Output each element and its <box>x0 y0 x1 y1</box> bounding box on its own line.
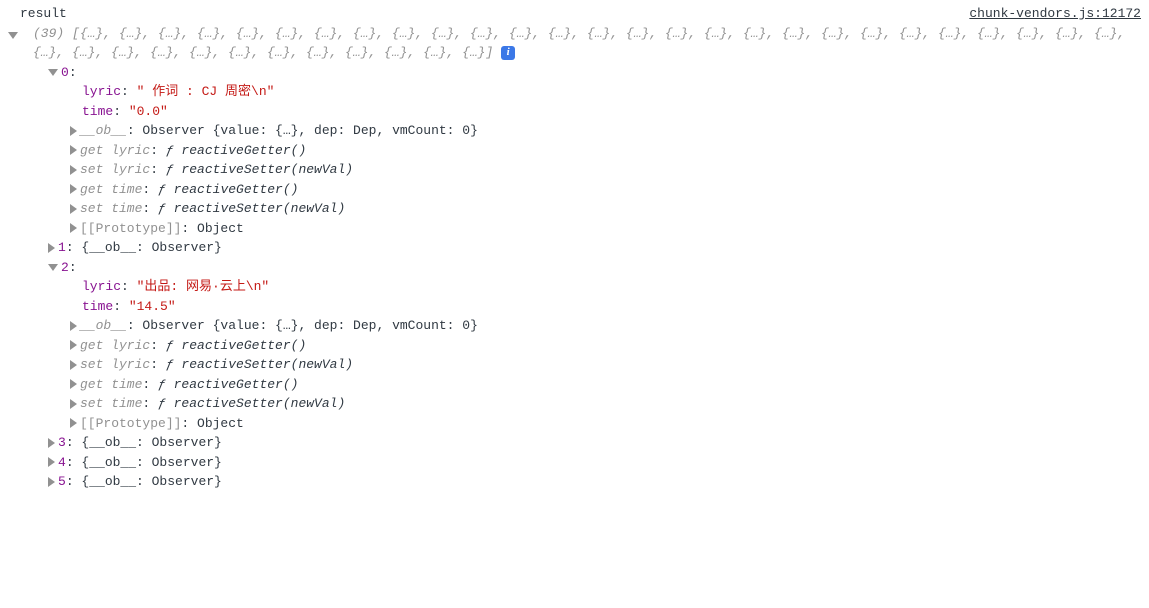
expand-toggle-settime-0[interactable] <box>70 204 77 214</box>
source-link[interactable]: chunk-vendors.js:12172 <box>969 4 1141 24</box>
expand-toggle-getlyric-2[interactable] <box>70 340 77 350</box>
array-index-1[interactable]: 1: {__ob__: Observer} <box>8 238 1141 258</box>
expand-toggle-5[interactable] <box>48 477 55 487</box>
prop-set-time-2[interactable]: set time: ƒ reactiveSetter(newVal) <box>8 394 1141 414</box>
prop-get-time-0[interactable]: get time: ƒ reactiveGetter() <box>8 180 1141 200</box>
expand-toggle-1[interactable] <box>48 243 55 253</box>
expand-toggle-4[interactable] <box>48 457 55 467</box>
prop-set-time-0[interactable]: set time: ƒ reactiveSetter(newVal) <box>8 199 1141 219</box>
prop-get-time-2[interactable]: get time: ƒ reactiveGetter() <box>8 375 1141 395</box>
expand-toggle-root[interactable] <box>8 32 18 39</box>
expand-toggle-3[interactable] <box>48 438 55 448</box>
prop-set-lyric-0[interactable]: set lyric: ƒ reactiveSetter(newVal) <box>8 160 1141 180</box>
prop-get-lyric-0[interactable]: get lyric: ƒ reactiveGetter() <box>8 141 1141 161</box>
expand-toggle-gettime-0[interactable] <box>70 184 77 194</box>
array-index-4[interactable]: 4: {__ob__: Observer} <box>8 453 1141 473</box>
prop-get-lyric-2[interactable]: get lyric: ƒ reactiveGetter() <box>8 336 1141 356</box>
expand-toggle-ob-0[interactable] <box>70 126 77 136</box>
array-index-2[interactable]: 2: <box>8 258 1141 278</box>
expand-toggle-gettime-2[interactable] <box>70 379 77 389</box>
expand-toggle-2[interactable] <box>48 264 58 271</box>
info-icon[interactable]: i <box>501 46 515 60</box>
prop-set-lyric-2[interactable]: set lyric: ƒ reactiveSetter(newVal) <box>8 355 1141 375</box>
prop-time-0: time: "0.0" <box>8 102 1141 122</box>
prop-proto-2[interactable]: [[Prototype]]: Object <box>8 414 1141 434</box>
prop-proto-0[interactable]: [[Prototype]]: Object <box>8 219 1141 239</box>
array-index-5[interactable]: 5: {__ob__: Observer} <box>8 472 1141 492</box>
prop-time-2: time: "14.5" <box>8 297 1141 317</box>
expand-toggle-getlyric-0[interactable] <box>70 145 77 155</box>
expand-toggle-proto-2[interactable] <box>70 418 77 428</box>
expand-toggle-setlyric-0[interactable] <box>70 165 77 175</box>
log-label: result <box>8 4 67 24</box>
expand-toggle-proto-0[interactable] <box>70 223 77 233</box>
prop-ob-0[interactable]: __ob__: Observer {value: {…}, dep: Dep, … <box>8 121 1141 141</box>
array-index-3[interactable]: 3: {__ob__: Observer} <box>8 433 1141 453</box>
prop-lyric-2: lyric: "出品: 网易·云上\n" <box>8 277 1141 297</box>
prop-lyric-0: lyric: " 作词 : CJ 周密\n" <box>8 82 1141 102</box>
expand-toggle-0[interactable] <box>48 69 58 76</box>
array-index-0[interactable]: 0: <box>8 63 1141 83</box>
prop-ob-2[interactable]: __ob__: Observer {value: {…}, dep: Dep, … <box>8 316 1141 336</box>
expand-toggle-ob-2[interactable] <box>70 321 77 331</box>
expand-toggle-settime-2[interactable] <box>70 399 77 409</box>
expand-toggle-setlyric-2[interactable] <box>70 360 77 370</box>
array-preview: (39) [{…}, {…}, {…}, {…}, {…}, {…}, {…},… <box>21 24 1141 63</box>
